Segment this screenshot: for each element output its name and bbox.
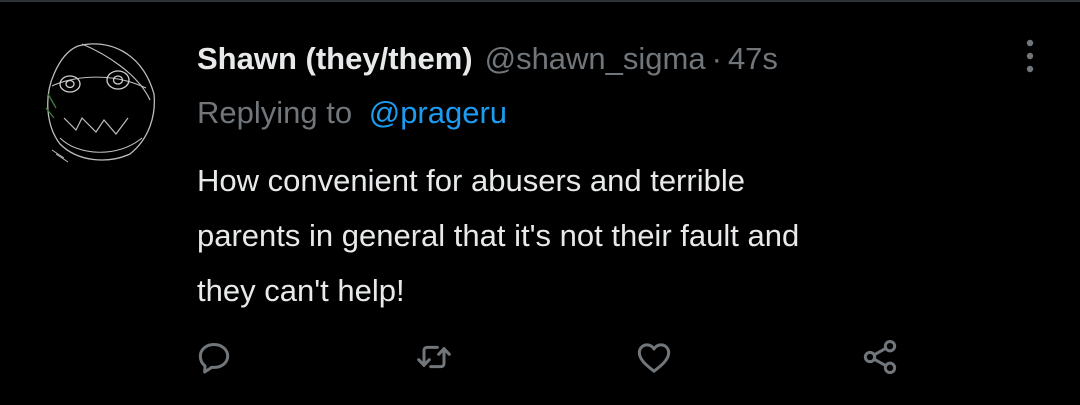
share-button[interactable] bbox=[853, 330, 907, 384]
reply-button[interactable] bbox=[187, 330, 241, 384]
tweet-text-line: they can't help! bbox=[197, 273, 405, 308]
tweet[interactable]: Shawn (they/them) @shawn_sigma · 47s Rep… bbox=[0, 0, 1080, 405]
replying-to-mention[interactable]: @prageru bbox=[369, 95, 507, 130]
share-icon bbox=[863, 340, 897, 374]
more-vertical-icon bbox=[1026, 39, 1034, 73]
retweet-button[interactable] bbox=[407, 330, 461, 384]
avatar[interactable] bbox=[38, 34, 160, 166]
replying-label: Replying to bbox=[197, 95, 353, 130]
more-options-button[interactable] bbox=[1006, 32, 1054, 80]
replying-to: Replying to @prageru bbox=[197, 92, 507, 134]
heart-icon bbox=[637, 343, 671, 373]
retweet-icon bbox=[417, 345, 451, 369]
user-handle[interactable]: @shawn_sigma bbox=[485, 38, 706, 80]
separator-dot: · bbox=[711, 41, 722, 76]
tweet-header: Shawn (they/them) @shawn_sigma · 47s bbox=[197, 38, 778, 80]
avatar-drawing-icon bbox=[45, 43, 156, 163]
tweet-text: How convenient for abusers and terrible … bbox=[197, 153, 1057, 318]
tweet-text-line: How convenient for abusers and terrible bbox=[197, 163, 745, 198]
like-button[interactable] bbox=[627, 330, 681, 384]
tweet-actions bbox=[0, 330, 1080, 384]
reply-icon bbox=[198, 343, 230, 374]
timestamp[interactable]: 47s bbox=[728, 38, 778, 80]
tweet-text-line: parents in general that it's not their f… bbox=[197, 218, 800, 253]
display-name[interactable]: Shawn (they/them) bbox=[197, 38, 473, 80]
